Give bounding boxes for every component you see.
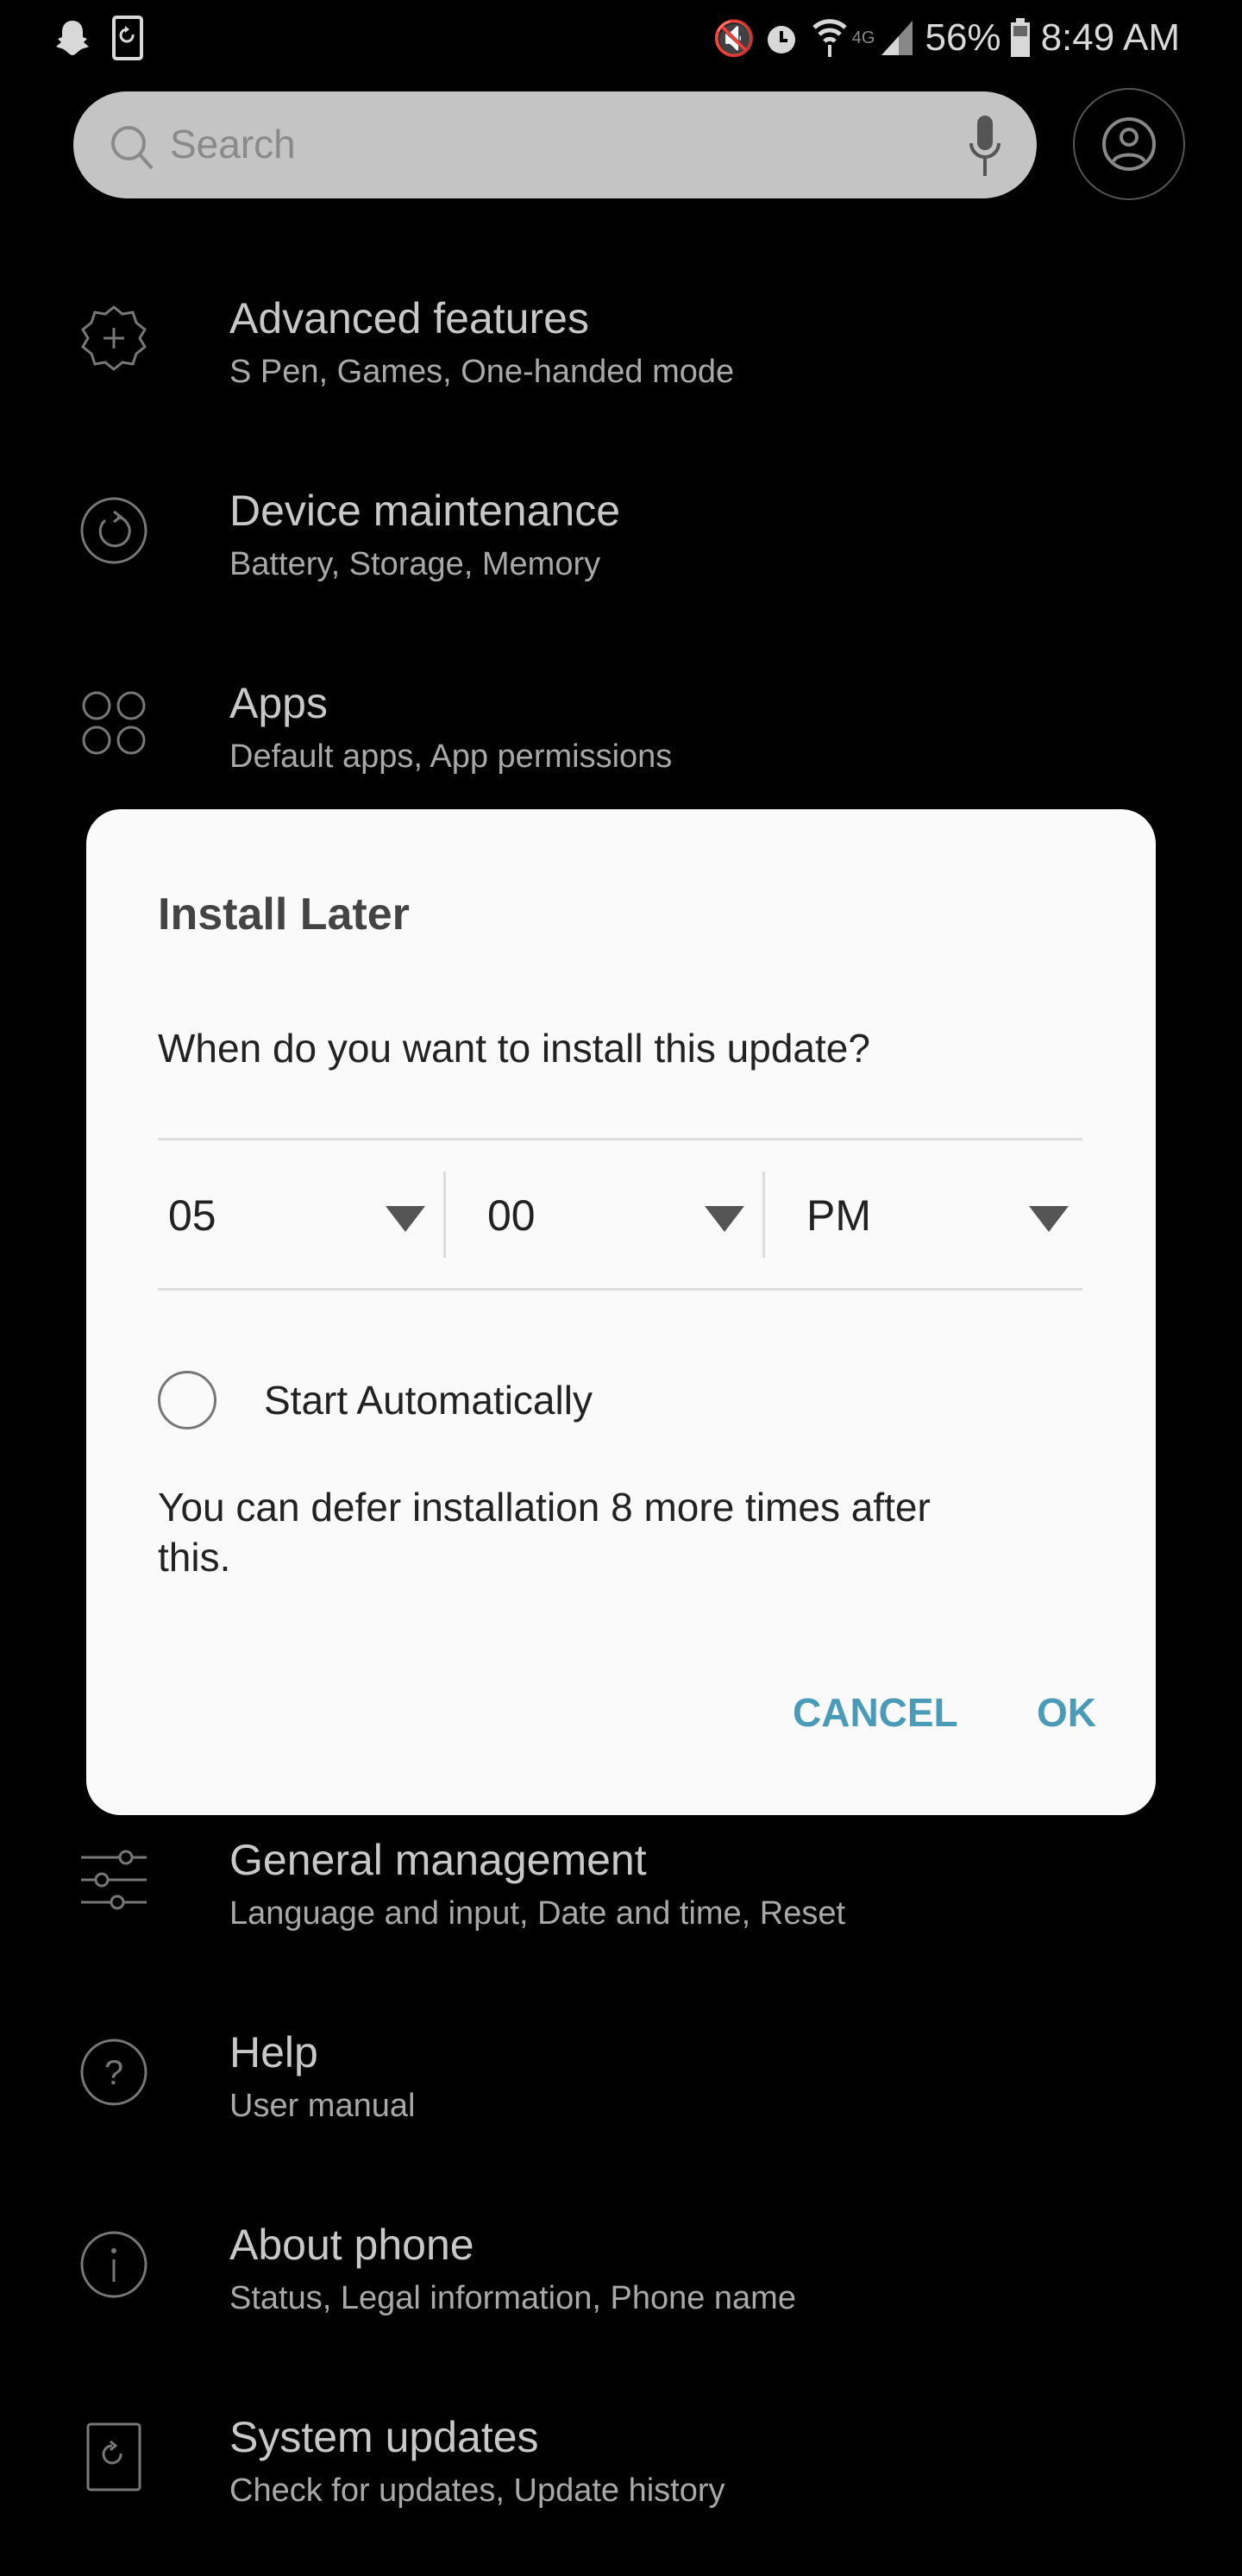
start-automatically-radio[interactable]: [158, 1371, 216, 1429]
screen-rotate-icon: [112, 16, 143, 60]
ampm-dropdown[interactable]: PM: [796, 1170, 1082, 1265]
item-title: Advanced features: [229, 294, 589, 342]
item-subtitle: Default apps, App permissions: [229, 738, 673, 775]
wifi-icon: [812, 19, 847, 57]
dropdown-arrow-icon: [386, 1206, 425, 1232]
settings-item-system-updates[interactable]: System updates Check for updates, Update…: [0, 2403, 1242, 2576]
divider: [443, 1172, 446, 1258]
settings-item-advanced-features[interactable]: Advanced features S Pen, Games, One-hand…: [0, 285, 1242, 457]
search-icon: [111, 126, 154, 170]
plus-gear-icon: [81, 305, 147, 371]
signal-icon: [881, 21, 913, 55]
item-subtitle: S Pen, Games, One-handed mode: [229, 354, 735, 390]
start-automatically-label[interactable]: Start Automatically: [264, 1377, 593, 1423]
minute-value: 00: [487, 1191, 536, 1240]
divider: [762, 1172, 765, 1258]
profile-button[interactable]: [1073, 88, 1185, 200]
defer-info-text: You can defer installation 8 more times …: [158, 1485, 931, 1580]
item-subtitle: Status, Legal information, Phone name: [229, 2280, 796, 2316]
search-bar[interactable]: Search: [73, 91, 1037, 198]
info-circle-icon: [80, 2231, 147, 2298]
settings-item-general-management[interactable]: General management Language and input, D…: [0, 1826, 1242, 1999]
item-title: Help: [229, 2028, 318, 2077]
status-left: [53, 14, 143, 62]
item-subtitle: User manual: [229, 2088, 416, 2124]
settings-item-help[interactable]: ? Help User manual: [0, 2019, 1242, 2191]
battery-percent: 56%: [925, 16, 1001, 59]
minute-dropdown[interactable]: 00: [477, 1170, 796, 1265]
cancel-button[interactable]: CANCEL: [793, 1689, 958, 1736]
alarm-icon: [767, 26, 795, 53]
mute-vibrate-icon: 🔇: [712, 19, 756, 58]
status-right: 🔇 4G 56% 8:49 AM: [712, 14, 1180, 62]
clock: 8:49 AM: [1040, 16, 1180, 59]
item-subtitle: Check for updates, Update history: [229, 2472, 725, 2509]
dropdown-arrow-icon: [1029, 1206, 1069, 1232]
ok-button[interactable]: OK: [1037, 1689, 1096, 1736]
item-title: System updates: [229, 2413, 539, 2461]
mic-icon[interactable]: [968, 114, 1002, 178]
account-circle-icon: [1102, 117, 1156, 171]
help-circle-icon: ?: [80, 2039, 147, 2106]
divider: [158, 1288, 1082, 1291]
item-title: About phone: [229, 2221, 474, 2269]
item-subtitle: Language and input, Date and time, Reset: [229, 1895, 846, 1932]
item-title: Device maintenance: [229, 487, 621, 535]
svg-text:?: ?: [104, 2054, 123, 2092]
dropdown-arrow-icon: [705, 1206, 744, 1232]
battery-icon: [1010, 18, 1030, 57]
dialog-title: Install Later: [158, 889, 410, 939]
item-title: General management: [229, 1836, 647, 1884]
ampm-value: PM: [806, 1191, 871, 1240]
sliders-icon: [81, 1850, 147, 1910]
lte-off-icon: 4G: [851, 28, 875, 47]
item-title: Apps: [229, 679, 328, 727]
item-subtitle: Battery, Storage, Memory: [229, 546, 601, 582]
divider: [158, 1138, 1082, 1140]
refresh-circle-icon: [80, 497, 147, 564]
settings-item-device-maintenance[interactable]: Device maintenance Battery, Storage, Mem…: [0, 477, 1242, 650]
dialog-question: When do you want to install this update?: [158, 1026, 870, 1071]
install-later-dialog: Install Later When do you want to instal…: [86, 809, 1156, 1815]
apps-grid-icon: [82, 691, 146, 755]
snapchat-icon: [56, 21, 89, 55]
hour-dropdown[interactable]: 05: [158, 1170, 477, 1265]
settings-item-about-phone[interactable]: About phone Status, Legal information, P…: [0, 2211, 1242, 2384]
hour-value: 05: [168, 1191, 216, 1240]
search-input[interactable]: Search: [170, 121, 296, 167]
system-update-icon: [86, 2422, 141, 2491]
